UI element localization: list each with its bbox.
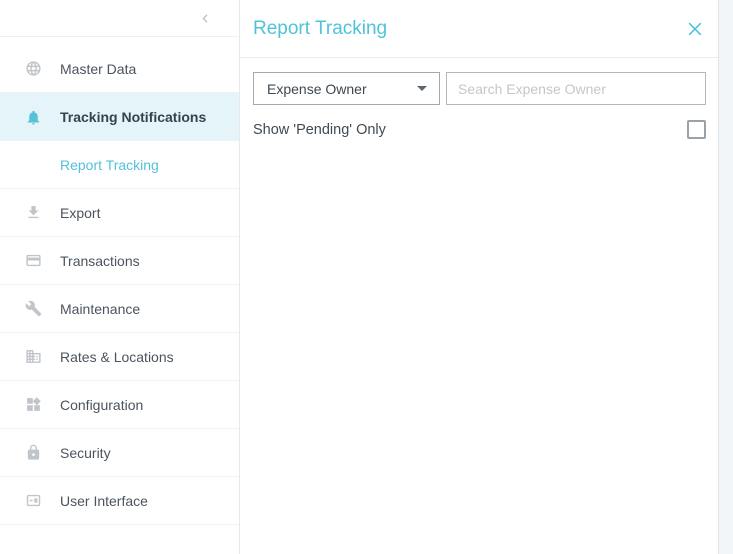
- filter-row: Expense Owner: [253, 72, 706, 105]
- panel-header: Report Tracking: [240, 0, 718, 58]
- sidebar-item-configuration[interactable]: Configuration: [0, 381, 239, 429]
- expense-owner-dropdown[interactable]: Expense Owner: [253, 72, 440, 105]
- sidebar-item-export[interactable]: Export: [0, 189, 239, 237]
- sidebar-item-maintenance[interactable]: Maintenance: [0, 285, 239, 333]
- sidebar-subitem-report-tracking[interactable]: Report Tracking: [0, 141, 239, 189]
- page-title: Report Tracking: [253, 18, 387, 40]
- wrench-icon: [25, 300, 42, 317]
- sidebar-item-master-data[interactable]: Master Data: [0, 45, 239, 93]
- lock-icon: [25, 444, 42, 461]
- globe-icon: [25, 60, 42, 77]
- sidebar-item-rates-locations[interactable]: Rates & Locations: [0, 333, 239, 381]
- app-window: Master Data Tracking Notifications Repor…: [0, 0, 733, 554]
- download-icon: [25, 204, 42, 221]
- sidebar-header: [0, 0, 239, 37]
- sidebar-item-tracking-notifications[interactable]: Tracking Notifications: [0, 93, 239, 141]
- building-icon: [25, 348, 42, 365]
- sidebar-item-label: Rates & Locations: [60, 349, 174, 365]
- bell-icon: [25, 109, 42, 126]
- sidebar-item-label: Security: [60, 445, 111, 461]
- sidebar-subitem-label: Report Tracking: [60, 157, 159, 173]
- sidebar-item-label: Master Data: [60, 61, 136, 77]
- sidebar-item-transactions[interactable]: Transactions: [0, 237, 239, 285]
- sidebar-item-label: User Interface: [60, 493, 148, 509]
- sidebar-item-label: Transactions: [60, 253, 140, 269]
- sidebar-item-label: Tracking Notifications: [60, 109, 206, 125]
- pending-only-label: Show 'Pending' Only: [253, 122, 386, 138]
- sidebar-item-label: Maintenance: [60, 301, 140, 317]
- collapse-sidebar-icon[interactable]: [198, 11, 213, 26]
- page-background-edge: [718, 0, 733, 554]
- sidebar-item-security[interactable]: Security: [0, 429, 239, 477]
- credit-card-icon: [25, 252, 42, 269]
- sidebar-item-user-interface[interactable]: User Interface: [0, 477, 239, 525]
- sidebar-menu: Master Data Tracking Notifications Repor…: [0, 37, 239, 525]
- pending-only-checkbox[interactable]: [687, 120, 706, 139]
- sidebar-item-label: Configuration: [60, 397, 143, 413]
- sidebar: Master Data Tracking Notifications Repor…: [0, 0, 240, 554]
- close-icon[interactable]: [687, 21, 703, 37]
- dropdown-selected-value: Expense Owner: [267, 81, 367, 97]
- pending-filter-row: Show 'Pending' Only: [253, 120, 706, 139]
- report-tracking-panel: Report Tracking Expense Owner Show 'Pend…: [240, 0, 718, 554]
- search-expense-owner-input[interactable]: [446, 72, 706, 105]
- widgets-icon: [25, 396, 42, 413]
- layout-icon: [25, 492, 42, 509]
- sidebar-item-label: Export: [60, 205, 100, 221]
- chevron-down-icon: [417, 86, 427, 91]
